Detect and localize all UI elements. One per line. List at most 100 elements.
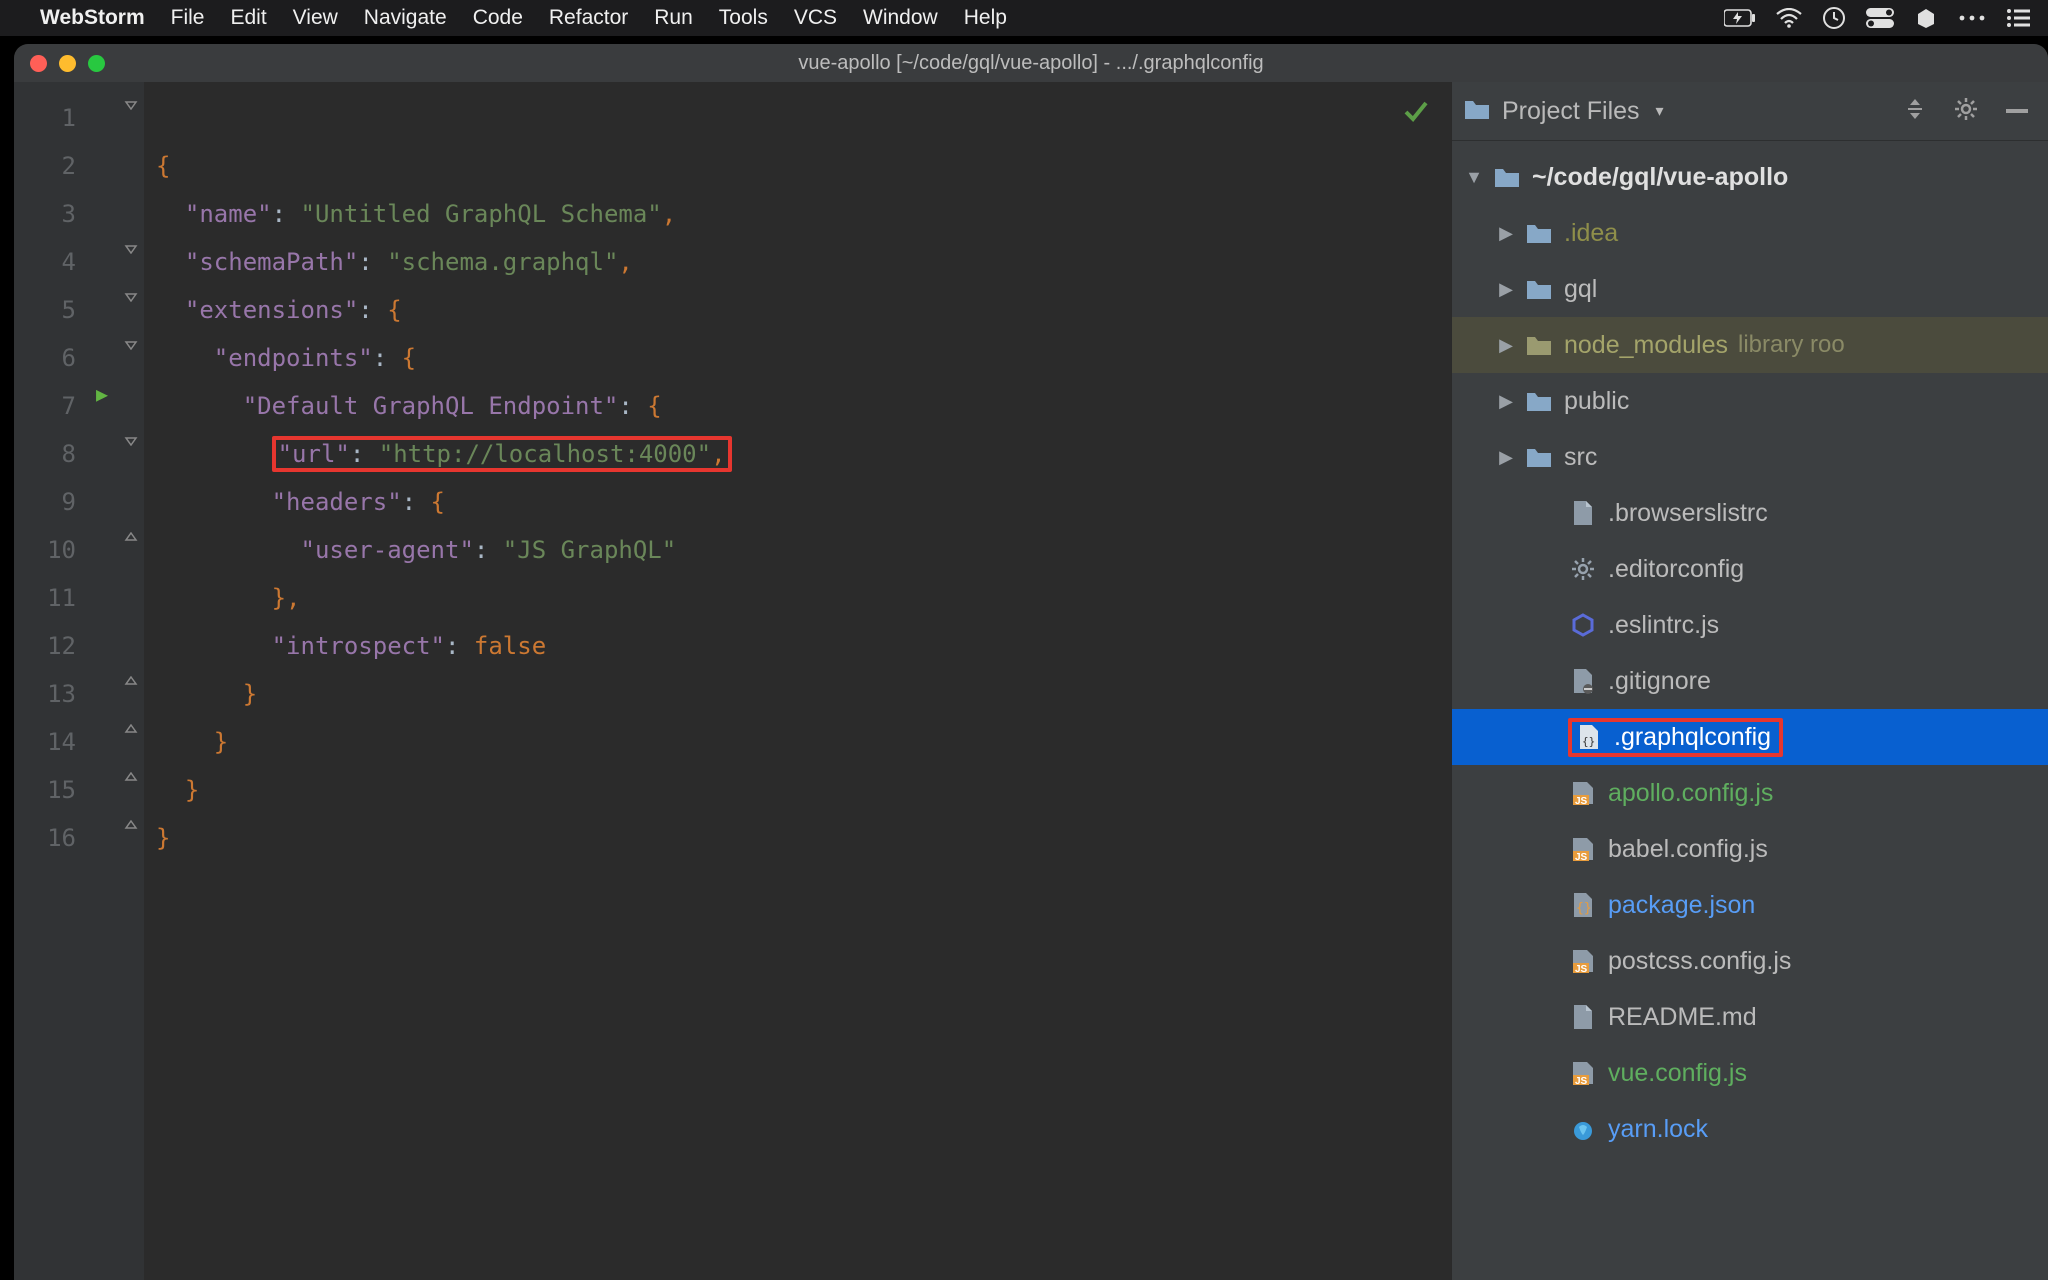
expand-icon[interactable]: ▼: [1462, 167, 1486, 188]
code-token: :: [618, 392, 647, 420]
code-token: "schemaPath": [185, 248, 358, 276]
menu-navigate[interactable]: Navigate: [364, 6, 447, 30]
code-token: :: [358, 296, 387, 324]
file-icon: [1568, 668, 1598, 694]
tree-label: gql: [1564, 275, 1597, 304]
menu-window[interactable]: Window: [863, 6, 938, 30]
tree-file[interactable]: README.md: [1452, 989, 2048, 1045]
js-icon: JS: [1568, 1061, 1598, 1085]
fold-close-icon[interactable]: [124, 772, 138, 782]
code-token: "Default GraphQL Endpoint": [243, 392, 619, 420]
gear-icon[interactable]: [1954, 97, 1978, 126]
expand-icon[interactable]: ▶: [1494, 223, 1518, 244]
tree-suffix: library roo: [1738, 331, 1845, 359]
code-token: "JS GraphQL": [503, 536, 676, 564]
tree-file[interactable]: yarn.lock: [1452, 1101, 2048, 1157]
tree-file[interactable]: .browserslistrc: [1452, 485, 2048, 541]
scroll-from-source-icon[interactable]: [1904, 98, 1926, 125]
fold-toggle-icon[interactable]: [124, 340, 138, 350]
fold-toggle-icon[interactable]: [124, 292, 138, 302]
tree-root[interactable]: ▼ ~/code/gql/vue-apollo: [1452, 149, 2048, 205]
battery-icon[interactable]: [1724, 9, 1756, 27]
line-number: 13: [14, 670, 76, 718]
tree-file[interactable]: JS vue.config.js: [1452, 1045, 2048, 1101]
tree-file[interactable]: {} package.json: [1452, 877, 2048, 933]
menu-edit[interactable]: Edit: [230, 6, 266, 30]
fold-close-icon[interactable]: [124, 724, 138, 734]
js-icon: JS: [1568, 949, 1598, 973]
tree-file[interactable]: JS postcss.config.js: [1452, 933, 2048, 989]
close-window-button[interactable]: [30, 55, 47, 72]
expand-icon[interactable]: ▶: [1494, 447, 1518, 468]
expand-icon[interactable]: ▶: [1494, 391, 1518, 412]
tree-label: yarn.lock: [1608, 1115, 1708, 1144]
folder-icon: [1524, 334, 1554, 356]
code-token: :: [373, 344, 402, 372]
toggle-icon[interactable]: [1866, 8, 1894, 28]
titlebar[interactable]: vue-apollo [~/code/gql/vue-apollo] - ...…: [14, 44, 2048, 83]
code-token: :: [402, 488, 431, 516]
dropdown-icon[interactable]: ▾: [1656, 101, 1664, 121]
menu-refactor[interactable]: Refactor: [549, 6, 628, 30]
code-token: "Untitled GraphQL Schema": [301, 200, 662, 228]
folder-icon: [1524, 390, 1554, 412]
menu-tools[interactable]: Tools: [719, 6, 768, 30]
expand-icon[interactable]: ▶: [1494, 335, 1518, 356]
tree-file[interactable]: JS apollo.config.js: [1452, 765, 2048, 821]
line-number: 1: [14, 94, 76, 142]
minimize-window-button[interactable]: [59, 55, 76, 72]
menu-code[interactable]: Code: [473, 6, 523, 30]
line-number: 4: [14, 238, 76, 286]
tree-label: src: [1564, 443, 1597, 472]
fold-toggle-icon[interactable]: [124, 100, 138, 110]
tree-file[interactable]: .editorconfig: [1452, 541, 2048, 597]
zoom-window-button[interactable]: [88, 55, 105, 72]
menu-view[interactable]: View: [293, 6, 338, 30]
svg-text:JS: JS: [1575, 796, 1588, 805]
project-tree[interactable]: ▼ ~/code/gql/vue-apollo ▶ .idea ▶ gql ▶: [1452, 141, 2048, 1280]
run-line-icon[interactable]: ▶: [96, 382, 108, 406]
folder-icon: [1464, 98, 1490, 125]
fold-close-icon[interactable]: [124, 676, 138, 686]
fold-close-icon[interactable]: [124, 532, 138, 542]
tree-label: babel.config.js: [1608, 835, 1768, 864]
overflow-icon[interactable]: [1958, 13, 1986, 23]
tree-file[interactable]: .gitignore: [1452, 653, 2048, 709]
tree-folder[interactable]: ▶ public: [1452, 373, 2048, 429]
app-name[interactable]: WebStorm: [40, 6, 145, 30]
tree-label: vue.config.js: [1608, 1059, 1747, 1088]
inspection-ok-icon[interactable]: [1403, 92, 1429, 140]
tree-folder[interactable]: ▶ src: [1452, 429, 2048, 485]
tree-folder[interactable]: ▶ .idea: [1452, 205, 2048, 261]
tree-file[interactable]: JS babel.config.js: [1452, 821, 2048, 877]
tree-folder-excluded[interactable]: ▶ node_modules library roo: [1452, 317, 2048, 373]
menu-vcs[interactable]: VCS: [794, 6, 837, 30]
expand-icon[interactable]: ▶: [1494, 279, 1518, 300]
fold-close-icon[interactable]: [124, 820, 138, 830]
fold-toggle-icon[interactable]: [124, 244, 138, 254]
svg-text:JS: JS: [1575, 964, 1588, 973]
line-number: 2: [14, 142, 76, 190]
menu-help[interactable]: Help: [964, 6, 1007, 30]
code-token: ,: [286, 584, 300, 612]
tree-folder[interactable]: ▶ gql: [1452, 261, 2048, 317]
menu-run[interactable]: Run: [654, 6, 693, 30]
code-area[interactable]: { "name": "Untitled GraphQL Schema", "sc…: [144, 82, 1451, 1280]
line-number: 14: [14, 718, 76, 766]
eslint-icon: [1568, 613, 1598, 637]
tree-label: .graphqlconfig: [1614, 723, 1771, 752]
list-icon[interactable]: [2006, 8, 2030, 28]
wifi-icon[interactable]: [1776, 8, 1802, 28]
fold-toggle-icon[interactable]: [124, 436, 138, 446]
toolbox-icon[interactable]: [1914, 6, 1938, 30]
tree-file-selected[interactable]: {} .graphqlconfig: [1452, 709, 2048, 765]
menu-file[interactable]: File: [171, 6, 205, 30]
code-editor[interactable]: 1 2 3 4 5 6 7 8 9 10 11 12 13 14 15 16 ▶: [14, 82, 1451, 1280]
tree-file[interactable]: .eslintrc.js: [1452, 597, 2048, 653]
project-panel-header[interactable]: Project Files ▾: [1452, 82, 2048, 141]
code-token: :: [350, 440, 379, 468]
svg-text:JS: JS: [1575, 1076, 1588, 1085]
code-token: ,: [711, 440, 725, 468]
clock-icon[interactable]: [1822, 6, 1846, 30]
hide-panel-icon[interactable]: [2006, 102, 2028, 120]
